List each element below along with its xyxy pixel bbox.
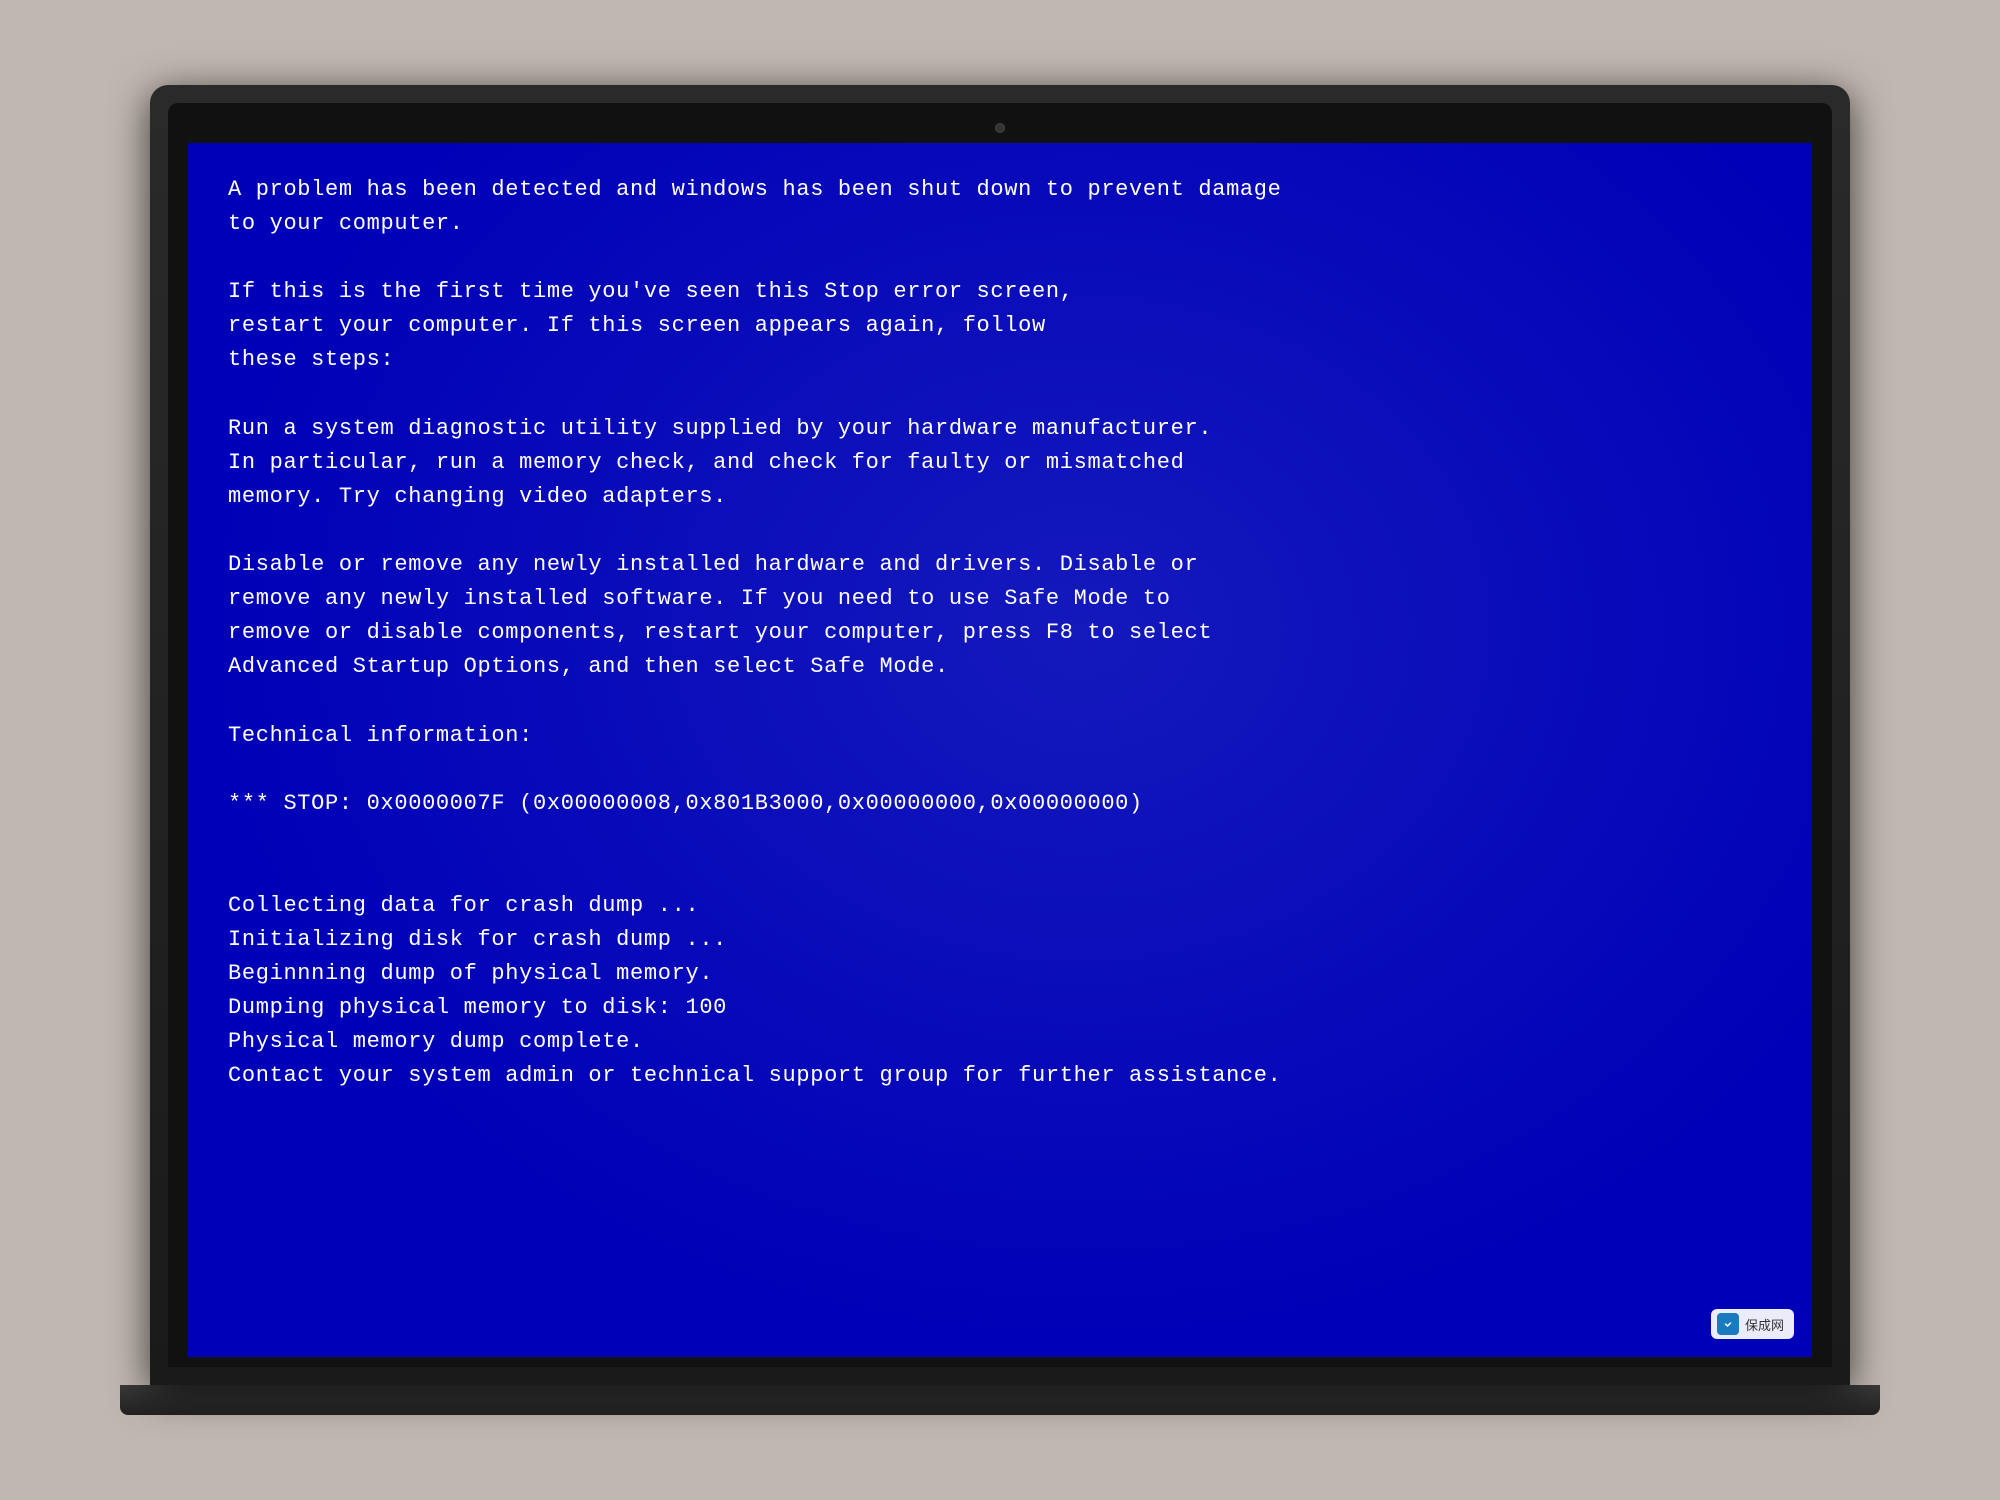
bsod-content: A problem has been detected and windows … <box>188 143 1322 1124</box>
watermark-label: 保成网 <box>1745 1315 1784 1334</box>
laptop-bezel: A problem has been detected and windows … <box>168 103 1832 1367</box>
webcam <box>995 123 1005 133</box>
page-container: A problem has been detected and windows … <box>0 0 2000 1500</box>
bsod-screen: A problem has been detected and windows … <box>188 143 1812 1357</box>
laptop-bottom-bar <box>120 1385 1880 1415</box>
laptop-frame: A problem has been detected and windows … <box>150 85 1850 1385</box>
watermark-icon <box>1717 1313 1739 1335</box>
watermark: 保成网 <box>1711 1309 1794 1339</box>
